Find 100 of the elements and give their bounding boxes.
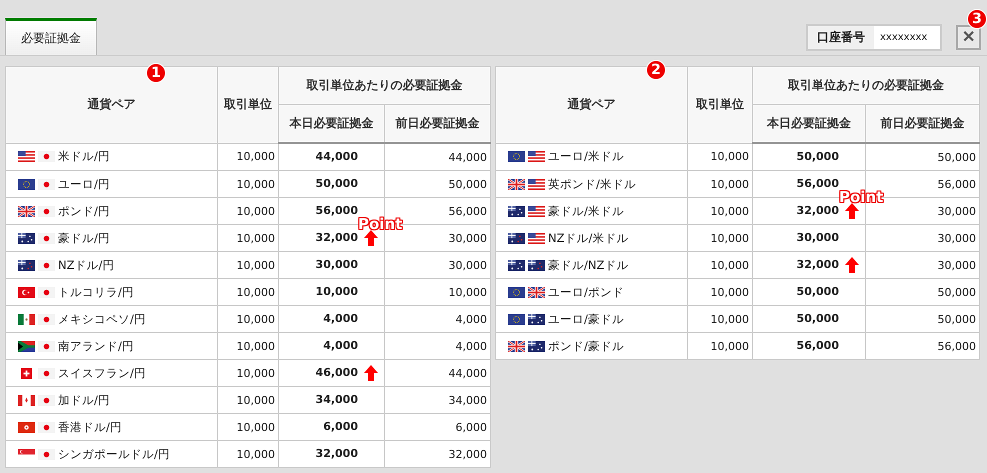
trade-unit: 10,000	[236, 258, 275, 272]
currency-pair: ユーロ/円	[58, 176, 110, 192]
today-margin: 30,000	[316, 258, 358, 272]
today-margin: 30,000	[796, 231, 839, 244]
flag-icon	[528, 286, 545, 298]
trade-unit: 10,000	[236, 286, 275, 298]
number-badge: 3	[967, 9, 987, 29]
flag-icon	[508, 286, 525, 298]
previous-margin: 56,000	[938, 178, 976, 190]
flag-icon	[528, 151, 545, 162]
currency-pair: トルコリラ/円	[58, 284, 134, 300]
close-button[interactable]: ✕	[956, 25, 981, 50]
flag-icon	[38, 286, 55, 298]
today-margin: 56,000	[796, 177, 839, 190]
tab[interactable]: 必要証拠金	[5, 18, 97, 55]
previous-margin: 56,000	[938, 340, 976, 352]
trade-unit: 10,000	[236, 178, 275, 190]
column-header: 本日必要証拠金	[752, 104, 866, 143]
today-margin: 50,000	[796, 150, 839, 164]
previous-margin: 56,000	[448, 204, 487, 218]
trade-unit: 10,000	[710, 232, 749, 244]
trade-unit: 10,000	[710, 258, 749, 272]
previous-margin: 34,000	[448, 394, 487, 406]
previous-margin: 44,000	[448, 150, 487, 164]
flag-icon	[508, 260, 525, 270]
flag-icon	[38, 394, 55, 406]
flag-icon	[528, 232, 545, 244]
currency-pair: 米ドル/円	[58, 149, 110, 164]
trade-unit: 10,000	[236, 448, 275, 460]
today-margin: 56,000	[796, 339, 839, 352]
trade-unit: 10,000	[236, 394, 275, 406]
trade-unit: 10,000	[710, 204, 749, 218]
column-header: 取引単位	[688, 66, 752, 143]
flag-icon	[38, 368, 55, 378]
trade-unit: 10,000	[236, 150, 275, 164]
currency-pair: 豪ドル/NZドル	[548, 258, 628, 272]
flag-icon	[508, 178, 525, 190]
today-margin: 32,000	[316, 231, 358, 244]
currency-pair: 香港ドル/円	[58, 420, 122, 434]
flag-icon	[38, 422, 55, 432]
column-group-header: 取引単位あたりの必要証拠金	[278, 66, 490, 104]
currency-pair: 加ドル/円	[58, 392, 110, 408]
number-badge: 2	[646, 60, 666, 80]
previous-margin: 30,000	[448, 232, 487, 244]
previous-margin: 30,000	[938, 204, 976, 218]
previous-margin: 50,000	[938, 150, 976, 164]
currency-pair: ユーロ/米ドル	[548, 149, 624, 164]
previous-margin: 50,000	[938, 312, 976, 326]
today-margin: 44,000	[316, 150, 358, 164]
flag-icon	[38, 206, 55, 216]
account-label: 口座番号	[808, 26, 874, 49]
currency-pair: ユーロ/ポンド	[548, 284, 624, 300]
flag-icon	[18, 151, 35, 162]
column-header: 前日必要証拠金	[384, 104, 490, 143]
flag-icon	[38, 314, 55, 324]
previous-margin: 50,000	[938, 286, 976, 298]
previous-margin: 4,000	[456, 340, 487, 352]
flag-icon	[18, 178, 35, 190]
currency-pair: ユーロ/豪ドル	[548, 312, 624, 326]
today-margin: 56,000	[316, 204, 358, 218]
previous-margin: 44,000	[448, 366, 487, 380]
trade-unit: 10,000	[710, 150, 749, 164]
today-margin: 6,000	[323, 420, 358, 434]
flag-icon	[38, 260, 55, 270]
flag-icon	[508, 206, 525, 216]
account-number: xxxxxxxx	[874, 26, 940, 49]
flag-icon	[38, 178, 55, 190]
trade-unit: 10,000	[236, 340, 275, 352]
currency-pair: スイスフラン/円	[58, 366, 146, 380]
currency-pair: ポンド/豪ドル	[548, 338, 624, 354]
flag-icon	[508, 340, 525, 352]
flag-icon	[18, 422, 35, 432]
currency-pair: NZドル/米ドル	[548, 230, 628, 246]
trade-unit: 10,000	[710, 178, 749, 190]
currency-pair: NZドル/円	[58, 258, 114, 272]
trade-unit: 10,000	[710, 312, 749, 326]
trade-unit: 10,000	[236, 420, 275, 434]
flag-icon	[528, 206, 545, 216]
point-label: Point	[839, 188, 884, 206]
flag-icon	[18, 232, 35, 244]
today-margin: 32,000	[796, 258, 839, 272]
column-header: 前日必要証拠金	[866, 104, 980, 143]
previous-margin: 32,000	[448, 448, 487, 460]
flag-icon	[18, 286, 35, 298]
flag-icon	[38, 151, 55, 162]
flag-icon	[18, 206, 35, 216]
point-label: Point	[358, 215, 402, 233]
flag-icon	[528, 340, 545, 352]
today-margin: 50,000	[796, 285, 839, 298]
column-group-header: 取引単位あたりの必要証拠金	[752, 66, 980, 104]
number-badge: 1	[146, 63, 166, 83]
previous-margin: 50,000	[448, 178, 487, 190]
flag-icon	[38, 448, 55, 460]
currency-pair: 豪ドル/米ドル	[548, 204, 624, 218]
flag-icon	[508, 232, 525, 244]
previous-margin: 10,000	[448, 286, 487, 298]
previous-margin: 6,000	[456, 420, 487, 434]
trade-unit: 10,000	[236, 204, 275, 218]
column-header: 取引単位	[218, 66, 278, 143]
currency-pair: ポンド/円	[58, 204, 110, 218]
